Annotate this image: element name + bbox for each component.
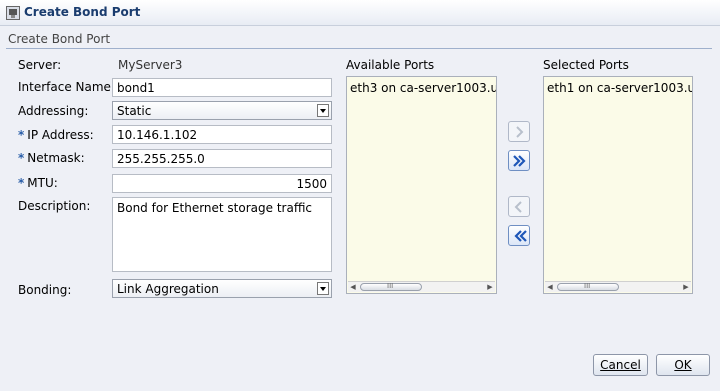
scroll-left-icon[interactable]: ◀ <box>545 282 555 292</box>
section-divider <box>6 48 712 49</box>
scrollbar-thumb[interactable]: III <box>360 282 422 291</box>
scrollbar-thumb[interactable]: III <box>557 282 619 291</box>
selected-ports-header: Selected Ports <box>543 58 629 72</box>
required-marker: * <box>18 151 25 165</box>
mtu-field[interactable]: 1500 <box>112 174 332 193</box>
netmask-field[interactable]: 255.255.255.0 <box>112 149 332 168</box>
mtu-label: * MTU: <box>18 176 58 190</box>
selected-ports-list[interactable]: eth1 on ca-server1003.us. ◀ III ▶ <box>543 76 693 294</box>
dialog-title: Create Bond Port <box>24 5 141 19</box>
chevron-down-icon[interactable] <box>317 282 329 295</box>
move-right-button[interactable] <box>508 121 530 142</box>
scroll-right-icon[interactable]: ▶ <box>681 282 691 292</box>
addressing-label: Addressing: <box>18 104 89 118</box>
bonding-label: Bonding: <box>18 283 72 297</box>
grip-icon: III <box>584 282 591 290</box>
bonding-select[interactable]: Link Aggregation <box>112 279 332 298</box>
ok-button[interactable]: OK <box>656 354 710 376</box>
interface-name-field[interactable]: bond1 <box>112 78 332 97</box>
server-label: Server: <box>18 58 62 72</box>
list-item[interactable]: eth1 on ca-server1003.us. <box>547 81 692 95</box>
server-value: MyServer3 <box>118 58 183 72</box>
double-chevron-right-icon <box>513 155 526 167</box>
cancel-button[interactable]: Cancel <box>593 354 648 376</box>
list-item[interactable]: eth3 on ca-server1003.us. <box>350 81 496 95</box>
dialog-titlebar: Create Bond Port <box>0 0 720 26</box>
description-textarea[interactable]: Bond for Ethernet storage traffic <box>112 197 332 272</box>
chevron-left-icon <box>514 201 522 213</box>
description-label: Description: <box>18 199 91 213</box>
scroll-right-icon[interactable]: ▶ <box>485 282 495 292</box>
grip-icon: III <box>387 282 394 290</box>
addressing-selected-value: Static <box>117 104 152 118</box>
ip-address-label: * IP Address: <box>18 128 94 142</box>
move-all-left-button[interactable] <box>508 225 530 246</box>
ip-address-field[interactable]: 10.146.1.102 <box>112 125 332 144</box>
chevron-right-icon <box>516 126 524 138</box>
scroll-left-icon[interactable]: ◀ <box>348 282 358 292</box>
bond-port-icon <box>6 6 20 20</box>
required-marker: * <box>18 128 25 142</box>
required-marker: * <box>18 176 25 190</box>
bonding-selected-value: Link Aggregation <box>117 282 219 296</box>
section-title: Create Bond Port <box>8 32 111 46</box>
available-ports-list[interactable]: eth3 on ca-server1003.us. ◀ III ▶ <box>346 76 497 294</box>
move-all-right-button[interactable] <box>508 150 530 171</box>
horizontal-scrollbar[interactable]: ◀ III ▶ <box>545 281 691 292</box>
addressing-select[interactable]: Static <box>112 101 332 120</box>
netmask-label: * Netmask: <box>18 151 85 165</box>
chevron-down-icon[interactable] <box>317 104 329 117</box>
horizontal-scrollbar[interactable]: ◀ III ▶ <box>348 281 495 292</box>
available-ports-header: Available Ports <box>346 58 435 72</box>
double-chevron-left-icon <box>514 230 527 242</box>
move-left-button[interactable] <box>508 196 530 217</box>
interface-name-label: Interface Name: <box>18 80 115 94</box>
